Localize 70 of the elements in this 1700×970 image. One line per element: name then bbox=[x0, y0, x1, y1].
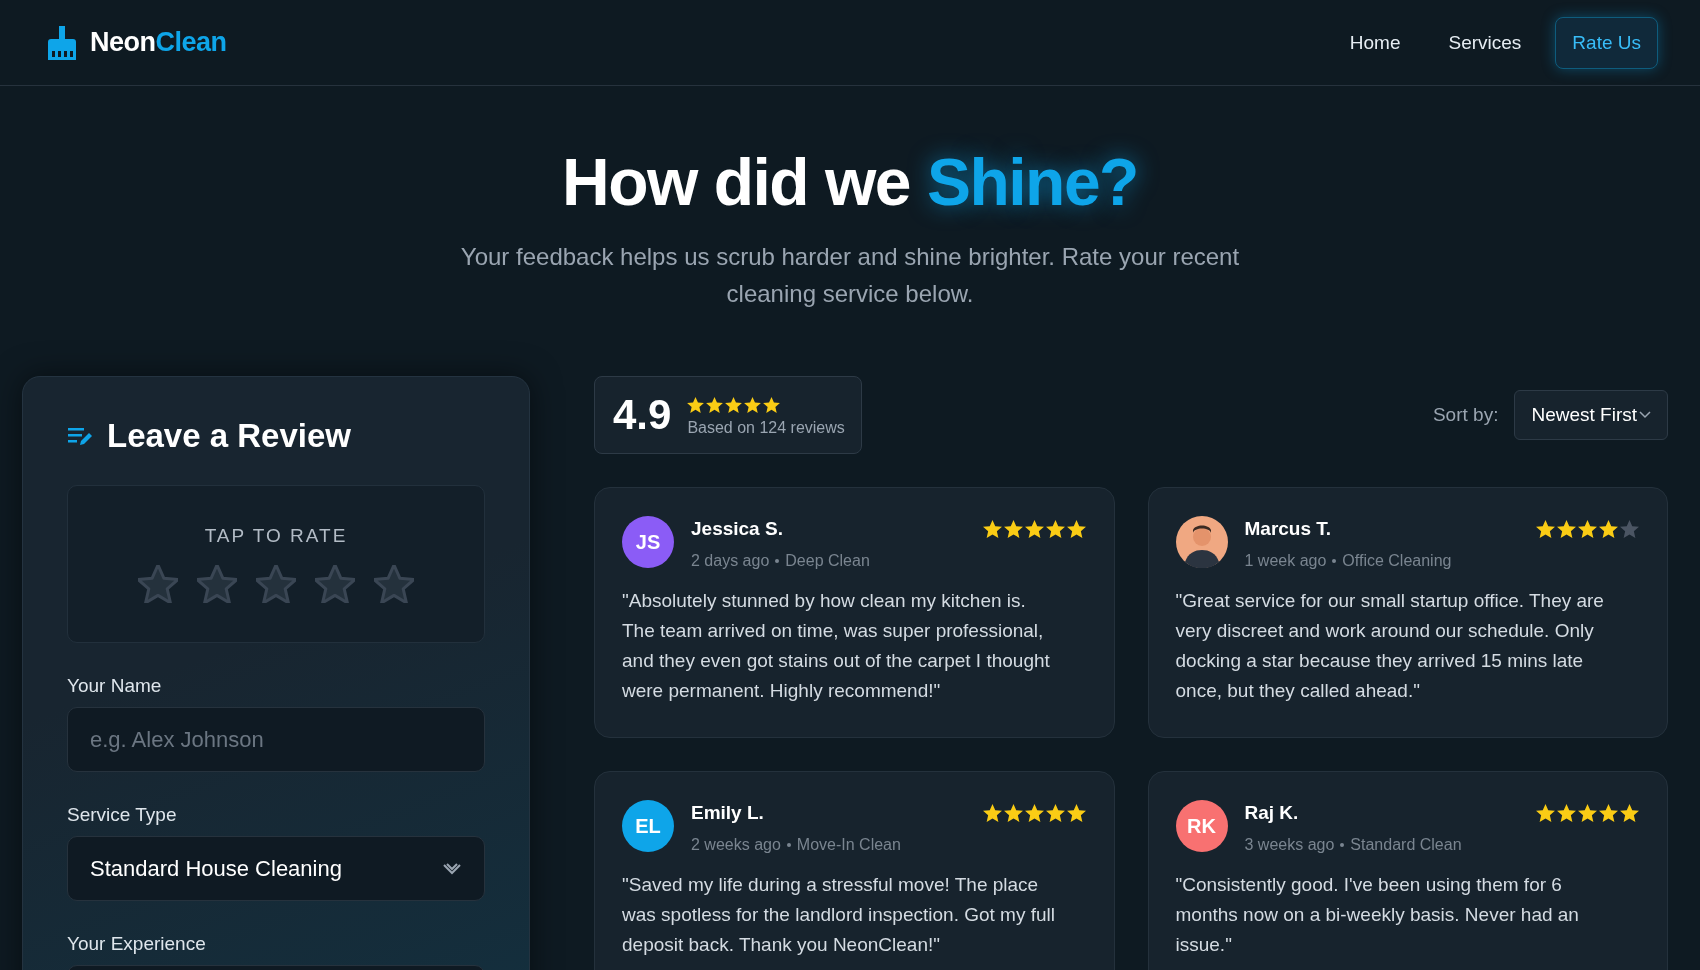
reviewer-name: Jessica S. bbox=[691, 518, 784, 540]
review-time: 2 days ago bbox=[691, 552, 770, 570]
review-text: "Great service for our small startup office. They are very discreet and work around our schedule. Only docking a star because they arrived 15 mins late once, but they called ahead." bbox=[1175, 589, 1605, 703]
service-name: Standard Clean bbox=[1350, 836, 1462, 854]
reviewer-name: Marcus T. bbox=[1244, 518, 1333, 540]
service-name: Move-In Clean bbox=[796, 836, 901, 854]
star-icon bbox=[1536, 520, 1555, 538]
service-name: Deep Clean bbox=[785, 552, 870, 570]
star-icon bbox=[1578, 804, 1597, 822]
sort-select[interactable]: Newest First bbox=[1514, 390, 1668, 440]
star-icon bbox=[1024, 804, 1044, 822]
star-icon bbox=[1066, 804, 1086, 822]
avatar: RK bbox=[1175, 800, 1228, 852]
star-icon bbox=[1620, 804, 1639, 822]
broom-icon bbox=[46, 24, 78, 61]
nav-button[interactable]: Rate Us bbox=[1555, 16, 1658, 69]
brand-name[interactable]: NeonClean bbox=[90, 27, 227, 58]
review-text: "Absolutely stunned by how clean my kitchen is. The team arrived on time, was super professional, and they even got stains out of the carpet I thought were permanent. Highly recommend!" bbox=[622, 589, 1051, 703]
star-icon[interactable] bbox=[315, 565, 355, 603]
nav-link[interactable]: Services bbox=[1434, 19, 1536, 66]
star-icon bbox=[982, 520, 1002, 538]
star-icon bbox=[763, 397, 781, 413]
review-time: 1 week ago bbox=[1244, 552, 1327, 570]
star-icon bbox=[1045, 804, 1065, 822]
hero-subtitle: Your feedback helps us scrub harder and shine brighter. Rate your recent cleaning service below. bbox=[459, 242, 1241, 309]
rate-label: TAP TO RATE bbox=[204, 525, 348, 547]
avatar: EL bbox=[622, 800, 674, 852]
star-icon bbox=[744, 397, 762, 413]
star-icon bbox=[706, 397, 724, 413]
hero-title: How did we Shine? bbox=[561, 144, 1139, 220]
star-icon bbox=[1003, 520, 1023, 538]
field-label: Your Name bbox=[67, 675, 163, 697]
review-text: "Saved my life during a stressful move! The place was spotless for the landlord inspection. Got my full deposit back. Thank you NeonClean!" bbox=[622, 873, 1056, 957]
star-icon bbox=[1024, 520, 1044, 538]
chevron-icon bbox=[1639, 411, 1651, 419]
review-text: "Consistently good. I've been using them for 6 months now on a bi-weekly basis. Never had an issue." bbox=[1175, 873, 1580, 957]
field-label: Your Experience bbox=[67, 933, 207, 955]
review-count: Based on 124 reviews bbox=[687, 419, 845, 437]
star-icon bbox=[982, 804, 1002, 822]
chevron-icon bbox=[442, 861, 462, 876]
service-select[interactable]: Standard House Cleaning bbox=[67, 836, 485, 901]
star-icon[interactable] bbox=[256, 565, 296, 603]
star-icon bbox=[1003, 804, 1023, 822]
star-icon bbox=[1620, 520, 1639, 538]
review-time: 3 weeks ago bbox=[1244, 836, 1335, 854]
star-icon bbox=[725, 397, 743, 413]
form-title: Leave a Review bbox=[107, 417, 351, 455]
star-icon bbox=[1045, 520, 1065, 538]
star-icon bbox=[687, 397, 705, 413]
star-icon[interactable] bbox=[197, 565, 237, 603]
reviewer-name: Raj K. bbox=[1244, 802, 1300, 824]
field-label: Service Type bbox=[67, 804, 178, 826]
average-score: 4.9 bbox=[613, 391, 672, 439]
avatar-icon bbox=[1175, 516, 1228, 568]
service-name: Office Cleaning bbox=[1342, 552, 1452, 570]
star-icon bbox=[1578, 520, 1597, 538]
star-icon bbox=[1557, 520, 1576, 538]
star-icon[interactable] bbox=[374, 565, 414, 603]
star-icon bbox=[1599, 804, 1618, 822]
review-time: 2 weeks ago bbox=[691, 836, 781, 854]
nav-link[interactable]: Home bbox=[1335, 19, 1415, 66]
name-input[interactable]: e.g. Alex Johnson bbox=[67, 707, 485, 772]
avatar: JS bbox=[622, 516, 674, 568]
sort-label: Sort by: bbox=[1432, 404, 1499, 426]
reviewer-name: Emily L. bbox=[691, 802, 765, 824]
star-icon[interactable] bbox=[138, 565, 178, 603]
star-icon bbox=[1066, 520, 1086, 538]
star-icon bbox=[1599, 520, 1618, 538]
star-icon bbox=[1536, 804, 1555, 822]
star-icon bbox=[1557, 804, 1576, 822]
